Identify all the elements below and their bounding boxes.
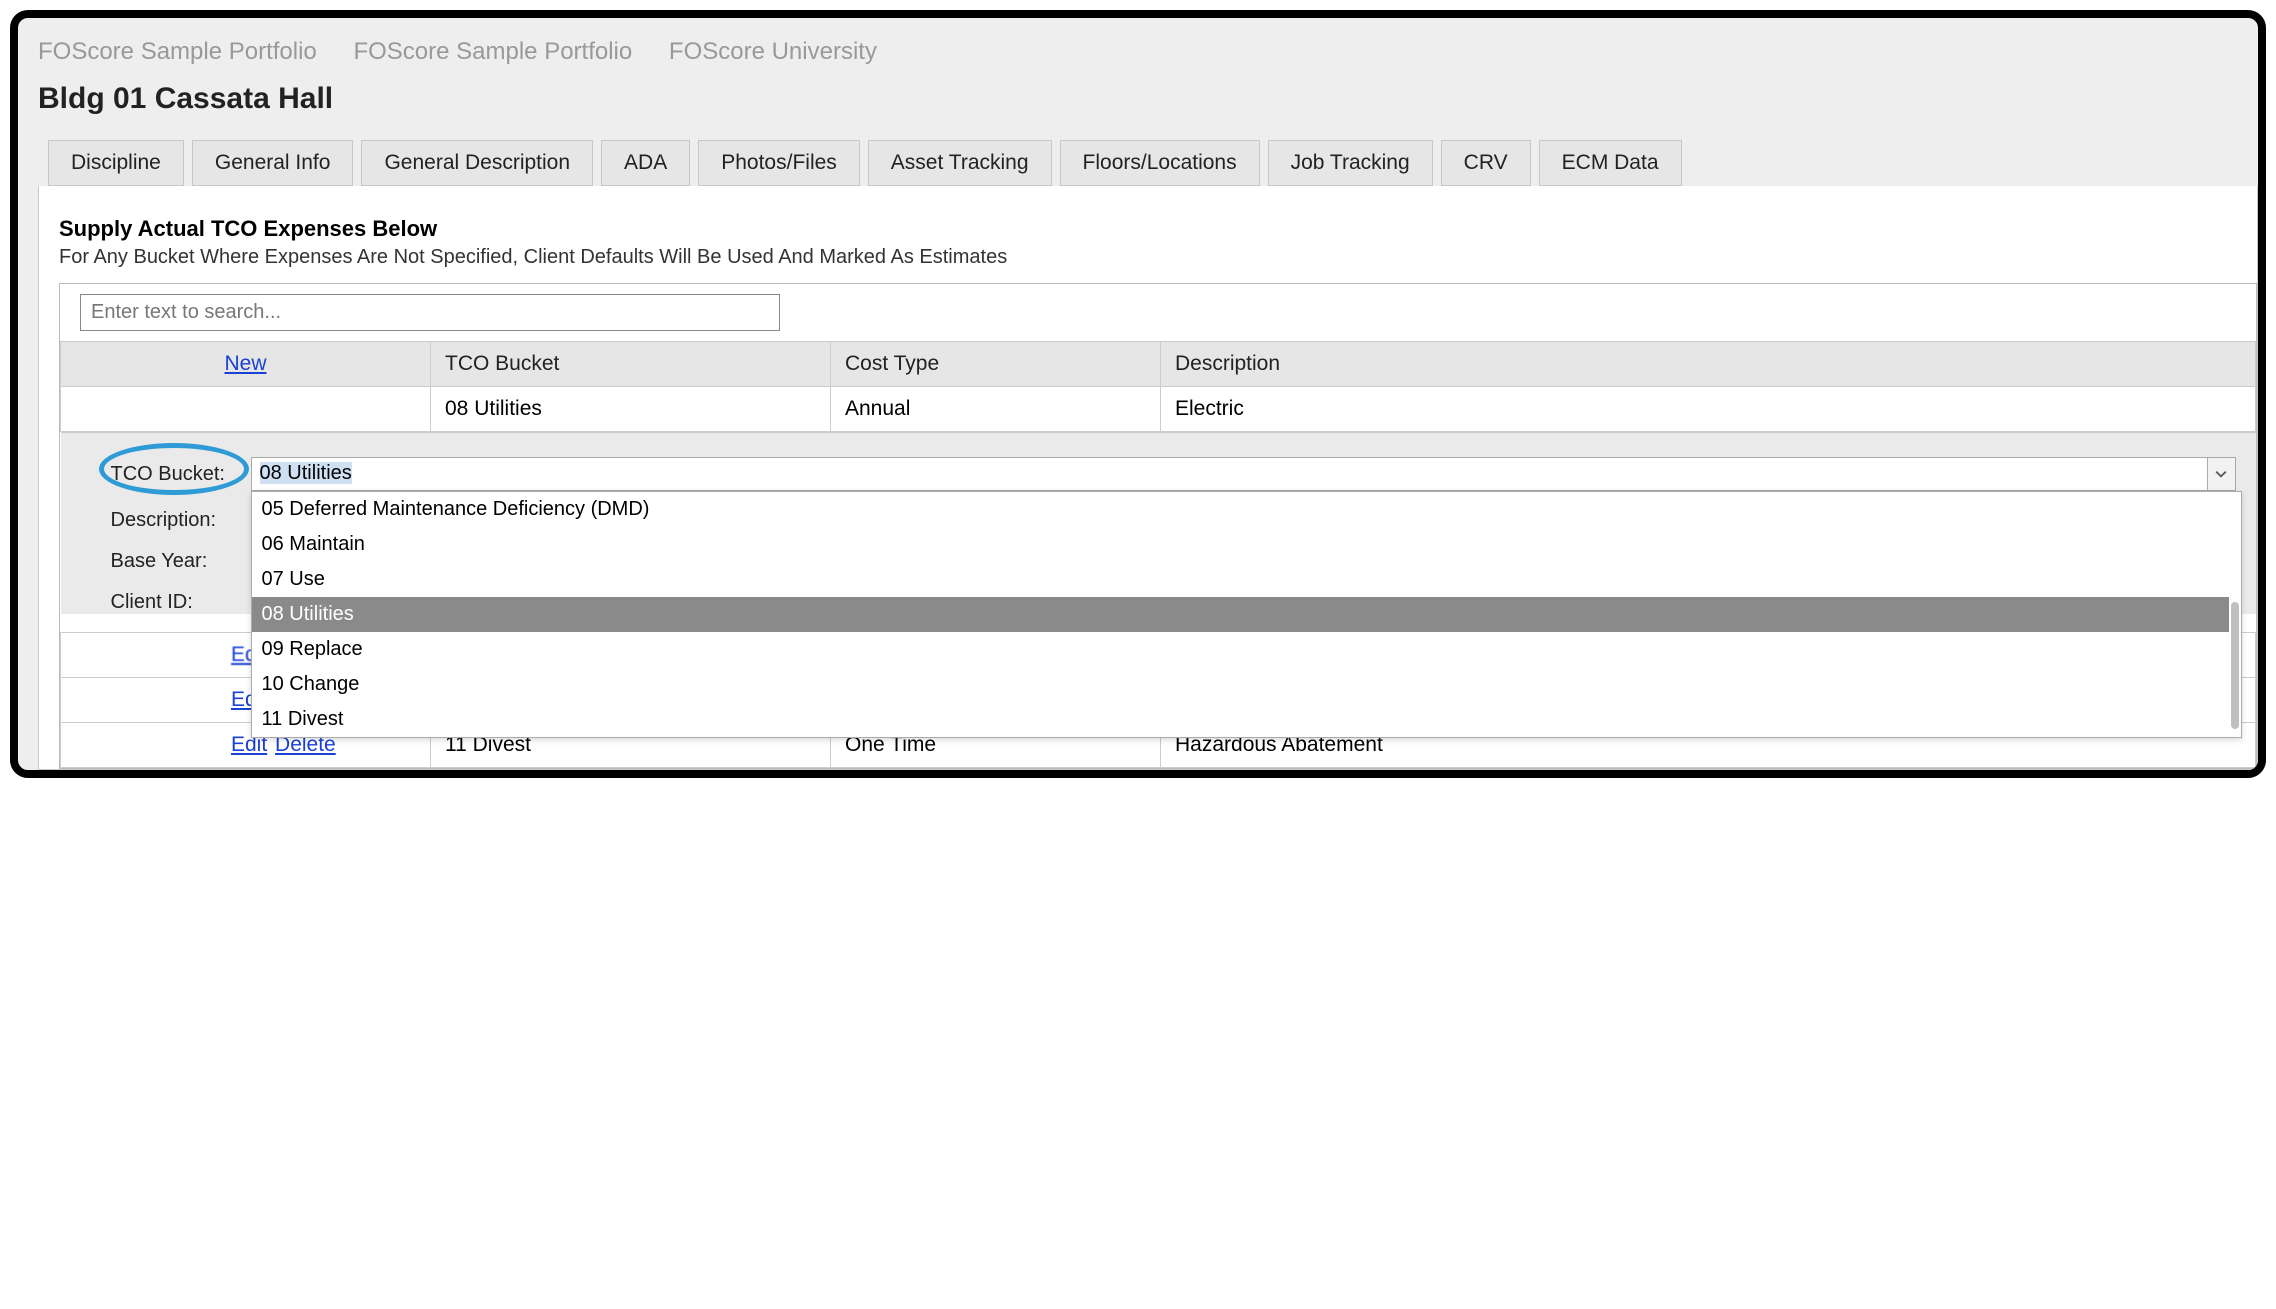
col-header-description: Description	[1161, 342, 2256, 387]
combo-selected-value: 08 Utilities	[252, 458, 2207, 490]
section-title: Supply Actual TCO Expenses Below	[59, 216, 2257, 242]
tab-photos-files[interactable]: Photos/Files	[698, 140, 860, 186]
label-description: Description:	[111, 509, 251, 532]
combo-dropdown-button[interactable]	[2207, 458, 2235, 490]
search-row	[60, 284, 2256, 341]
cell-bucket: 08 Utilities	[431, 387, 831, 432]
combo-option[interactable]: 07 Use	[252, 562, 2229, 597]
cell-description: Electric	[1161, 387, 2256, 432]
tab-bar: Discipline General Info General Descript…	[38, 140, 2258, 186]
combo-option[interactable]: 06 Maintain	[252, 527, 2229, 562]
cell-cost-type: Annual	[831, 387, 1161, 432]
tab-crv[interactable]: CRV	[1441, 140, 1531, 186]
tab-general-description[interactable]: General Description	[361, 140, 593, 186]
col-header-bucket: TCO Bucket	[431, 342, 831, 387]
table-header-row: New TCO Bucket Cost Type Description	[61, 342, 2256, 387]
tab-general-info[interactable]: General Info	[192, 140, 354, 186]
combo-option[interactable]: 08 Utilities	[252, 597, 2229, 632]
tab-floors-locations[interactable]: Floors/Locations	[1060, 140, 1260, 186]
cell-actions	[61, 387, 431, 432]
breadcrumb-item[interactable]: FOScore Sample Portfolio	[38, 38, 317, 65]
tab-ecm-data[interactable]: ECM Data	[1539, 140, 1682, 186]
chevron-down-icon	[2215, 468, 2227, 480]
label-client-id: Client ID:	[111, 591, 251, 614]
tab-ada[interactable]: ADA	[601, 140, 690, 186]
breadcrumb: FOScore Sample Portfolio FOScore Sample …	[38, 38, 2258, 66]
app-frame: FOScore Sample Portfolio FOScore Sample …	[10, 10, 2266, 778]
new-link[interactable]: New	[75, 352, 416, 376]
tco-bucket-combo[interactable]: 08 Utilities 05 Deferred Maintenance Def…	[251, 457, 2236, 491]
breadcrumb-item[interactable]: FOScore University	[669, 38, 877, 65]
tab-discipline[interactable]: Discipline	[48, 140, 184, 186]
tab-asset-tracking[interactable]: Asset Tracking	[868, 140, 1052, 186]
dropdown-scrollbar[interactable]	[2231, 602, 2239, 729]
label-base-year: Base Year:	[111, 550, 251, 573]
edit-panel: TCO Bucket: 08 Utilities	[61, 432, 2256, 614]
tco-table: New TCO Bucket Cost Type Description 08 …	[60, 341, 2256, 768]
breadcrumb-item[interactable]: FOScore Sample Portfolio	[353, 38, 632, 65]
label-tco-bucket: TCO Bucket:	[111, 463, 251, 486]
search-input[interactable]	[80, 294, 780, 331]
tab-job-tracking[interactable]: Job Tracking	[1268, 140, 1433, 186]
content-pane: Supply Actual TCO Expenses Below For Any…	[38, 186, 2258, 770]
col-header-cost-type: Cost Type	[831, 342, 1161, 387]
section-subtitle: For Any Bucket Where Expenses Are Not Sp…	[59, 246, 2257, 269]
combo-option[interactable]: 09 Replace	[252, 632, 2229, 667]
combo-option[interactable]: 11 Divest	[252, 702, 2229, 737]
page-title: Bldg 01 Cassata Hall	[38, 82, 2258, 116]
combo-dropdown-list[interactable]: 05 Deferred Maintenance Deficiency (DMD)…	[251, 491, 2242, 738]
combo-option[interactable]: 10 Change	[252, 667, 2229, 702]
edit-panel-row: TCO Bucket: 08 Utilities	[61, 432, 2256, 633]
combo-option[interactable]: 05 Deferred Maintenance Deficiency (DMD)	[252, 492, 2229, 527]
tco-grid: New TCO Bucket Cost Type Description 08 …	[59, 283, 2257, 769]
table-row: 08 Utilities Annual Electric	[61, 387, 2256, 432]
